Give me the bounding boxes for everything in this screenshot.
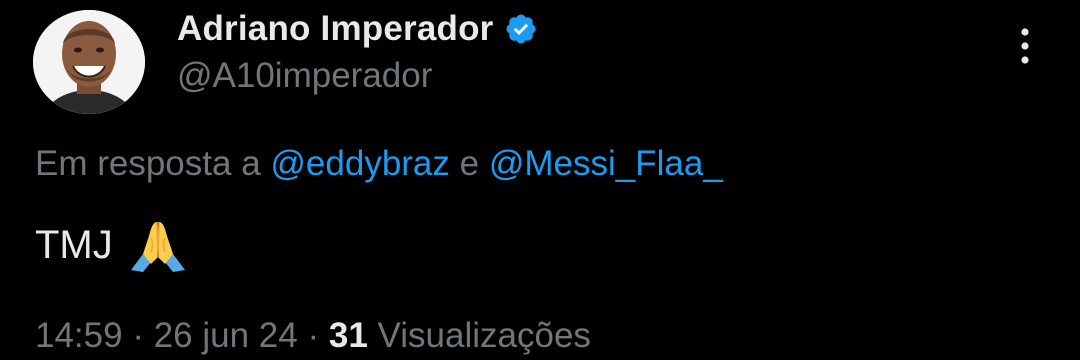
reply-conjunction: e (459, 144, 480, 183)
views-count[interactable]: 31 (329, 316, 368, 355)
avatar[interactable] (33, 10, 145, 114)
verified-badge-icon[interactable] (504, 12, 538, 46)
reply-prefix: Em resposta a (35, 144, 261, 183)
views-label[interactable]: Visualizações (378, 316, 591, 355)
mention-link-messi-flaa[interactable]: @Messi_Flaa_ (489, 144, 723, 183)
folded-hands-emoji (129, 218, 187, 272)
tweet-date[interactable]: 26 jun 24 (154, 316, 298, 355)
meta-separator: · (132, 316, 144, 355)
more-vertical-icon (1021, 28, 1029, 64)
tweet-body: TMJ (35, 218, 187, 272)
mention-link-eddybraz[interactable]: @eddybraz (270, 144, 450, 183)
author-name-row[interactable]: Adriano Imperador (177, 7, 538, 51)
reply-context: Em resposta a @eddybraz e @Messi_Flaa_ (35, 144, 723, 184)
more-options-button[interactable] (1008, 24, 1042, 68)
tweet-text: TMJ (35, 222, 113, 267)
meta-separator: · (307, 316, 320, 355)
tweet-time[interactable]: 14:59 (35, 316, 123, 355)
author-handle[interactable]: @A10imperador (177, 56, 432, 96)
tweet-meta: 14:59 · 26 jun 24 · 31 Visualizações (35, 316, 591, 356)
author-display-name[interactable]: Adriano Imperador (177, 9, 494, 49)
